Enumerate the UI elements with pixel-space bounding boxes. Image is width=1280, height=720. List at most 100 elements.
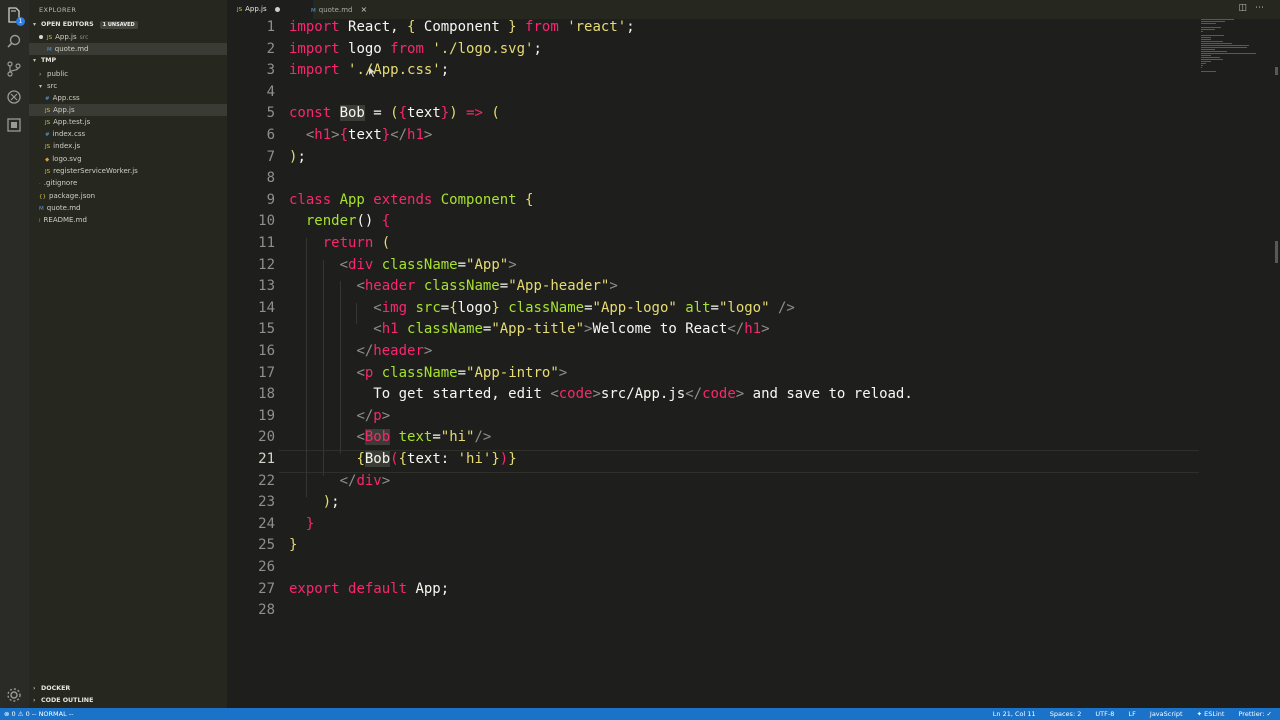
tree-file-register-service-worker[interactable]: JS registerServiceWorker.js: [29, 165, 243, 177]
tree-folder-src[interactable]: ▾ src: [29, 80, 237, 92]
code-token: {: [516, 191, 534, 208]
mouse-cursor-icon: [369, 67, 375, 77]
extensions-icon[interactable]: [5, 116, 23, 134]
code-line[interactable]: }: [289, 516, 314, 532]
scrollbar-marker[interactable]: [1275, 67, 1278, 75]
code-line[interactable]: import logo from './logo.svg';: [289, 41, 542, 57]
open-editors-header[interactable]: ▾ OPEN EDITORS 1 UNSAVED: [29, 19, 231, 31]
code-line[interactable]: <img src={logo} className="App-logo" alt…: [289, 300, 795, 316]
code-line[interactable]: import React, { Component } from 'react'…: [289, 19, 635, 35]
code-line[interactable]: export default App;: [289, 581, 449, 597]
code-line[interactable]: }: [289, 537, 297, 553]
code-token: >: [381, 472, 391, 489]
indentation-setting[interactable]: Spaces: 2: [1050, 710, 1082, 718]
code-line[interactable]: To get started, edit <code>src/App.js</c…: [289, 386, 913, 402]
tree-file-readme-md[interactable]: i README.md: [29, 214, 237, 226]
language-mode[interactable]: JavaScript: [1150, 710, 1183, 718]
code-line[interactable]: render() {: [289, 213, 390, 229]
code-token: >: [735, 386, 745, 403]
end-of-line[interactable]: LF: [1128, 710, 1135, 718]
code-token: return: [322, 235, 382, 251]
tab-app-js[interactable]: JS App.js: [227, 0, 313, 19]
file-encoding[interactable]: UTF-8: [1095, 710, 1114, 718]
chevron-right-icon: ›: [33, 697, 36, 704]
code-token: {: [407, 19, 424, 35]
code-editor[interactable]: 1 2 3 4 5 6 7 8 9 10 11 12 13 14 15 16 17 18 19 20 21 22 23 24 2…: [227, 19, 1280, 708]
code-token: './logo.svg': [432, 40, 534, 57]
eslint-status[interactable]: ✦ ESLint: [1197, 710, 1225, 718]
tree-item-label: App.js: [53, 106, 75, 114]
status-problems-mode[interactable]: ⊗ 0 ⚠ 0 -- NORMAL --: [4, 708, 74, 720]
tree-file-index-css[interactable]: # index.css: [29, 128, 243, 140]
prettier-status[interactable]: Prettier: ✓: [1239, 710, 1273, 718]
code-token: p: [373, 407, 382, 424]
code-token: =: [457, 256, 467, 273]
code-token: (: [381, 235, 391, 251]
code-token: >: [609, 278, 618, 295]
code-line[interactable]: <p className="App-intro">: [289, 365, 567, 381]
code-token: Bob: [339, 105, 365, 122]
code-token: and save to reload.: [744, 386, 913, 403]
editor-actions: ◫⋯: [1238, 3, 1272, 13]
code-line[interactable]: const Bob = ({text}) => (: [289, 105, 500, 122]
code-token: </: [390, 127, 408, 143]
code-line[interactable]: return (: [289, 235, 390, 251]
code-token: h1: [314, 127, 332, 143]
split-editor-icon[interactable]: ◫: [1238, 3, 1255, 13]
code-token: Bob: [364, 451, 391, 467]
tree-item-label: quote.md: [46, 204, 81, 212]
code-token: {: [449, 299, 458, 316]
tree-item-label: index.js: [53, 142, 81, 150]
workspace-header[interactable]: ▾ TMP: [29, 55, 231, 67]
code-token: Component: [440, 191, 517, 208]
docker-section-header[interactable]: › DOCKER: [29, 683, 231, 695]
code-line[interactable]: </header>: [289, 343, 432, 359]
files-icon[interactable]: 1: [5, 6, 25, 26]
tree-file-index-js[interactable]: JS index.js: [29, 140, 243, 152]
code-token: }: [499, 19, 517, 35]
tree-file-app-js[interactable]: JS App.js: [29, 104, 243, 116]
tree-file-app-css[interactable]: # App.css: [29, 92, 243, 104]
code-token: logo: [457, 299, 492, 316]
close-tab-icon[interactable]: ×: [360, 5, 367, 14]
search-icon[interactable]: [5, 33, 23, 51]
code-token: ): [322, 494, 332, 511]
open-editor-label: App.js: [55, 33, 77, 41]
code-token: ): [499, 451, 509, 467]
cursor-position[interactable]: Ln 21, Col 11: [993, 710, 1036, 718]
code-line[interactable]: <Bob text="hi"/>: [289, 429, 491, 446]
settings-gear-icon[interactable]: [5, 686, 23, 704]
minimap[interactable]: [1201, 19, 1261, 79]
code-line[interactable]: class App extends Component {: [289, 192, 533, 208]
code-token: >: [423, 127, 433, 143]
code-line[interactable]: <h1 className="App-title">Welcome to Rea…: [289, 321, 769, 337]
tree-file-logo-svg[interactable]: ◆ logo.svg: [29, 153, 243, 165]
open-editors-label: OPEN EDITORS: [41, 21, 94, 28]
open-editor-item-quote-md[interactable]: Mquote.md: [29, 43, 245, 55]
code-line[interactable]: <header className="App-header">: [289, 278, 618, 295]
scrollbar-marker[interactable]: [1275, 241, 1278, 263]
tab-quote-md[interactable]: Mquote.md ×: [303, 0, 391, 19]
tree-file-gitignore[interactable]: · .gitignore: [29, 177, 237, 189]
code-token: default: [348, 580, 416, 597]
code-line[interactable]: );: [289, 149, 306, 165]
debug-icon[interactable]: [5, 88, 23, 106]
open-editor-item-app-js[interactable]: JS App.js src: [29, 31, 237, 43]
more-actions-icon[interactable]: ⋯: [1255, 3, 1272, 13]
code-line[interactable]: <h1>{text}</h1>: [289, 127, 432, 143]
code-line[interactable]: </div>: [289, 472, 391, 489]
tree-file-package-json[interactable]: {} package.json: [29, 190, 237, 202]
minimap-line: [1201, 35, 1225, 36]
code-outline-section-header[interactable]: › CODE OUTLINE: [29, 695, 231, 707]
code-token: import: [289, 19, 349, 35]
code-token: </: [339, 472, 357, 489]
tree-file-app-test-js[interactable]: JS App.test.js: [29, 116, 243, 128]
source-control-icon[interactable]: [5, 60, 23, 78]
code-line[interactable]: );: [289, 494, 340, 510]
code-token: Bob: [364, 429, 391, 446]
tree-folder-public[interactable]: › public: [29, 68, 237, 80]
unsaved-dot-icon[interactable]: [274, 6, 280, 12]
explorer-title: EXPLORER: [39, 6, 77, 14]
tree-file-quote-md[interactable]: Mquote.md: [29, 202, 237, 214]
